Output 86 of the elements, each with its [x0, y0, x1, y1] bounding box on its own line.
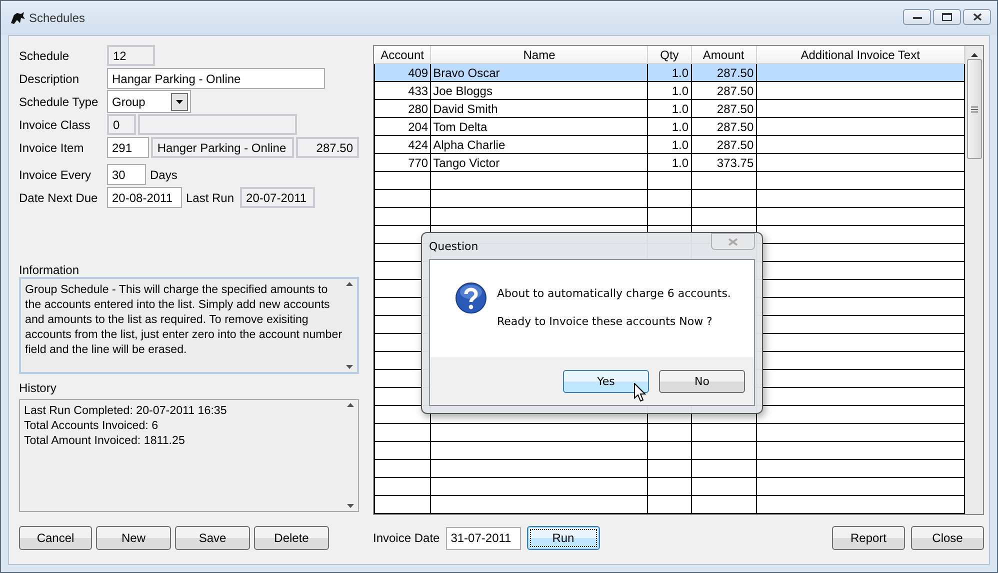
minimize-icon	[912, 16, 922, 18]
scroll-up-icon[interactable]	[971, 53, 978, 57]
table-cell: 1.0	[648, 100, 692, 118]
table-cell: Tom Delta	[430, 118, 648, 136]
table-cell: 287.50	[691, 64, 756, 82]
column-header[interactable]: Additional Invoice Text	[756, 46, 964, 64]
item-code-field[interactable]: 291	[107, 137, 150, 158]
table-cell: 280	[374, 100, 431, 118]
close-icon	[972, 13, 982, 21]
dialog-title: Question	[429, 240, 478, 252]
table-cell: Joe Bloggs	[430, 82, 648, 100]
action-button[interactable]: Save	[175, 526, 250, 550]
mouse-pointer-icon	[634, 383, 646, 402]
field-label: Invoice Class	[19, 118, 92, 132]
close-button[interactable]	[963, 9, 991, 25]
question-icon	[455, 282, 487, 314]
last-run-date-field: 20-07-2011	[240, 187, 316, 208]
scrollbar-thumb[interactable]	[967, 59, 982, 159]
history-line: Last Run Completed: 20-07-2011 16:35	[24, 403, 228, 418]
maximize-button[interactable]	[933, 9, 961, 25]
action-button[interactable]: Cancel	[19, 526, 92, 550]
unit-label: Days	[150, 168, 178, 182]
table-cell: 770	[374, 154, 431, 172]
column-header[interactable]: Name	[430, 46, 648, 64]
information-text: Group Schedule - This will charge the specified amounts to the accounts entered into the list. Simply add new accounts and amounts to the list as required. To remove exisiting accounts from the list, just enter zero into the account number field and the line will be erased.	[25, 282, 344, 358]
scroll-up-icon[interactable]	[346, 282, 352, 286]
table-cell: 424	[374, 136, 431, 154]
table-cell: 1.0	[648, 136, 692, 154]
invoice-date-field[interactable]: 31-07-2011	[446, 526, 521, 550]
table-cell: 1.0	[648, 154, 692, 172]
schedule-type-dropdown[interactable]: Group	[107, 90, 191, 113]
schedule-number-field: 12	[107, 45, 155, 66]
dialog-button[interactable]: Yes	[563, 370, 649, 392]
table-cell: 1.0	[648, 82, 692, 100]
field-label: Schedule	[19, 48, 70, 62]
next-due-date-field[interactable]: 20-08-2011	[107, 187, 182, 208]
table-cell: 287.50	[691, 82, 756, 100]
dialog-message: Ready to Invoice these accounts Now ?	[497, 315, 714, 328]
table-cell: 1.0	[648, 64, 692, 82]
table-cell: 204	[374, 118, 431, 136]
table-cell: 287.50	[691, 100, 756, 118]
column-header[interactable]: Account	[374, 46, 431, 64]
table-cell: David Smith	[430, 100, 648, 118]
action-button[interactable]: Run	[526, 526, 600, 550]
action-button[interactable]: Delete	[254, 526, 329, 550]
table-cell: 373.75	[691, 154, 756, 172]
table-cell: Tango Victor	[430, 154, 648, 172]
maximize-icon	[942, 13, 952, 21]
dialog-message: About to automatically charge 6 accounts.	[497, 287, 731, 300]
field-label: Description	[19, 72, 80, 86]
column-header[interactable]: Qty	[648, 46, 692, 64]
interval-field[interactable]: 30	[107, 164, 146, 185]
field-label: Last Run	[186, 190, 234, 204]
class-code-field: 0	[107, 114, 136, 135]
table-cell: 1.0	[648, 118, 692, 136]
history-line: Total Amount Invoiced: 1811.25	[24, 433, 186, 448]
field-label: Invoice Every	[19, 168, 92, 182]
field-label: Invoice Item	[19, 140, 85, 154]
minimize-button[interactable]	[903, 9, 931, 25]
column-header[interactable]: Amount	[691, 46, 756, 64]
description-field[interactable]: Hangar Parking - Online	[107, 68, 325, 89]
table-cell: 287.50	[691, 118, 756, 136]
action-button[interactable]: New	[96, 526, 171, 550]
window-title: Schedules	[29, 11, 86, 25]
table-cell: Alpha Charlie	[430, 136, 648, 154]
close-icon	[728, 238, 738, 246]
action-button[interactable]: Close	[911, 526, 984, 550]
field-label: Date Next Due	[19, 190, 99, 204]
app-icon	[10, 12, 25, 24]
item-price-field: 287.50	[296, 137, 359, 158]
field-label: Schedule Type	[19, 94, 100, 108]
table-cell: 287.50	[691, 136, 756, 154]
action-button[interactable]: Report	[832, 526, 905, 550]
section-label: History	[19, 381, 56, 395]
field-label: Invoice Date	[373, 531, 440, 545]
scroll-up-icon[interactable]	[346, 403, 354, 407]
section-label: Information	[19, 263, 80, 277]
table-cell: 409	[374, 64, 431, 82]
table-cell: 433	[374, 82, 431, 100]
dropdown-arrow-icon	[176, 100, 183, 104]
table-cell: Bravo Oscar	[430, 64, 648, 82]
item-name-field: Hanger Parking - Online	[151, 137, 294, 158]
history-line: Total Accounts Invoiced: 6	[24, 418, 160, 433]
dialog-button[interactable]: No	[659, 370, 745, 392]
scroll-down-icon[interactable]	[346, 504, 354, 508]
scroll-down-icon[interactable]	[346, 365, 352, 369]
